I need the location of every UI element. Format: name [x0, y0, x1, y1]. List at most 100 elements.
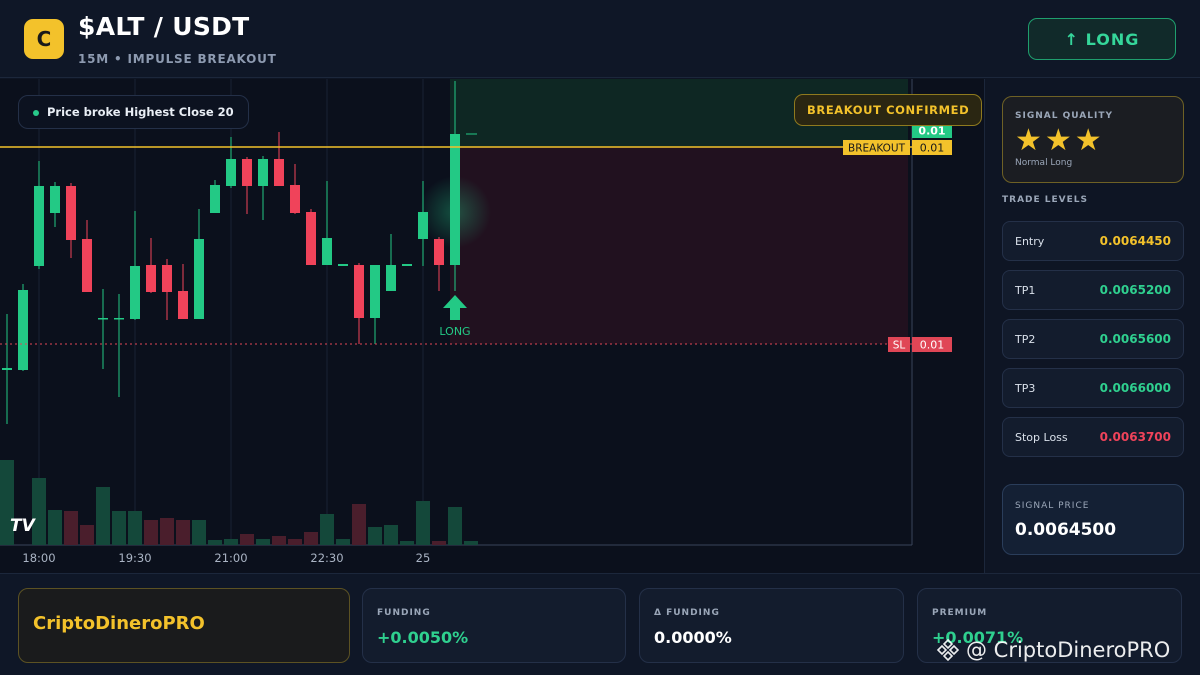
brand-name: CriptoDineroPRO — [33, 613, 205, 634]
volume-bar — [192, 520, 206, 545]
stat-title: FUNDING — [377, 608, 431, 618]
level-label: TP3 — [1015, 382, 1036, 395]
candle-body — [354, 265, 364, 318]
level-row-entry: Entry 0.0064450 — [1002, 221, 1184, 261]
candle-body — [226, 159, 236, 186]
candle-body — [98, 318, 108, 320]
volume-bar — [80, 525, 94, 545]
volume-bar — [304, 532, 318, 545]
delta-funding-card: Δ FUNDING 0.0000% — [639, 588, 904, 663]
funding-card: FUNDING +0.0050% — [362, 588, 626, 663]
watermark: @ CriptoDineroPRO — [936, 637, 1170, 663]
volume-bar — [448, 507, 462, 545]
tradingview-logo-icon: TV — [10, 516, 37, 536]
level-label: TP2 — [1015, 333, 1036, 346]
time-axis: 18:00 19:30 21:00 22:30 25 — [22, 551, 430, 565]
watermark-text: @ CriptoDineroPRO — [966, 638, 1171, 662]
candlestick-chart[interactable]: 0.01 BREAKOUT 0.01 SL 0.01 LONG TV 18:00… — [0, 79, 985, 573]
price-chart[interactable]: 0.01 BREAKOUT 0.01 SL 0.01 LONG TV 18:00… — [0, 79, 985, 573]
candle-body — [258, 159, 268, 186]
volume-bar — [128, 511, 142, 545]
candle-body — [82, 239, 92, 292]
breakout-tag-label: BREAKOUT — [848, 143, 906, 155]
level-label: Stop Loss — [1015, 431, 1068, 444]
volume-bar — [432, 541, 446, 545]
volume-bar — [256, 539, 270, 545]
volume-bar — [416, 501, 430, 545]
level-value: 0.0065600 — [1099, 332, 1171, 346]
volume-bar — [352, 504, 366, 545]
candle-body — [274, 159, 284, 186]
rating-stars-icon: ★★★ — [1015, 123, 1105, 158]
candle-body — [178, 291, 188, 319]
status-dot-icon — [33, 110, 39, 116]
breakout-confirmed-badge: BREAKOUT CONFIRMED — [794, 94, 983, 126]
breakout-price-value: 0.01 — [920, 142, 945, 155]
level-value: 0.0063700 — [1099, 430, 1171, 444]
level-row-tp1: TP1 0.0065200 — [1002, 270, 1184, 310]
sl-tag-label: SL — [893, 340, 906, 352]
candles — [2, 81, 477, 424]
signal-quality-card: SIGNAL QUALITY ★★★ Normal Long — [1002, 96, 1184, 183]
volume-bar — [48, 510, 62, 545]
level-label: TP1 — [1015, 284, 1036, 297]
candle-body — [162, 265, 172, 292]
candle-body — [66, 186, 76, 240]
candle-body — [338, 264, 348, 266]
candle-body — [18, 290, 28, 370]
candle-body — [194, 239, 204, 319]
signal-pill: Price broke Highest Close 20 — [18, 95, 249, 129]
candle-body — [418, 212, 428, 239]
time-label: 21:00 — [214, 551, 247, 565]
candle-body — [370, 265, 380, 318]
volume-bar — [320, 514, 334, 545]
candle-body — [402, 264, 412, 266]
stat-value: 0.0000% — [654, 628, 732, 647]
level-value: 0.0064450 — [1099, 234, 1171, 248]
volume-bar — [208, 540, 222, 545]
volume-bar — [96, 487, 110, 545]
stat-value: +0.0050% — [377, 628, 469, 647]
signal-price-value: 0.0064500 — [1015, 520, 1117, 540]
volume-bars — [0, 460, 478, 545]
volume-bar — [464, 541, 478, 545]
top-price-value: 0.01 — [918, 125, 945, 138]
signal-price-card: SIGNAL PRICE 0.0064500 — [1002, 484, 1184, 555]
volume-bar — [400, 541, 414, 545]
candle-body — [210, 185, 220, 213]
candle-body — [114, 318, 124, 320]
time-label: 25 — [416, 551, 431, 565]
stop-loss-zone — [450, 147, 908, 344]
pair-title: $ALT / USDT — [78, 12, 250, 41]
candle-body — [290, 185, 300, 213]
coin-logo-icon: C — [24, 19, 64, 59]
brand-card: CriptoDineroPRO — [18, 588, 350, 663]
level-row-tp3: TP3 0.0066000 — [1002, 368, 1184, 408]
level-value: 0.0066000 — [1099, 381, 1171, 395]
long-button[interactable]: ↑ LONG — [1028, 18, 1176, 60]
volume-bar — [160, 518, 174, 545]
binance-logo-icon — [936, 638, 960, 662]
level-row-stop-loss: Stop Loss 0.0063700 — [1002, 417, 1184, 457]
time-label: 19:30 — [118, 551, 151, 565]
level-row-tp2: TP2 0.0065600 — [1002, 319, 1184, 359]
sidebar: SIGNAL QUALITY ★★★ Normal Long TRADE LEV… — [986, 79, 1200, 573]
volume-bar — [384, 525, 398, 545]
candle-body — [434, 239, 444, 265]
header: C $ALT / USDT 15M • IMPULSE BREAKOUT ↑ L… — [0, 0, 1200, 78]
volume-bar — [176, 520, 190, 545]
trade-levels-title: TRADE LEVELS — [1002, 195, 1088, 205]
long-marker-label: LONG — [439, 325, 470, 338]
level-value: 0.0065200 — [1099, 283, 1171, 297]
time-label: 18:00 — [22, 551, 55, 565]
volume-bar — [336, 539, 350, 545]
candle-body — [306, 212, 316, 265]
volume-bar — [272, 536, 286, 545]
candle-body — [242, 159, 252, 186]
level-label: Entry — [1015, 235, 1045, 248]
footer: CriptoDineroPRO FUNDING +0.0050% Δ FUNDI… — [0, 573, 1200, 675]
volume-bar — [224, 539, 238, 545]
signal-pill-text: Price broke Highest Close 20 — [47, 105, 234, 119]
volume-bar — [112, 511, 126, 545]
volume-bar — [288, 539, 302, 545]
